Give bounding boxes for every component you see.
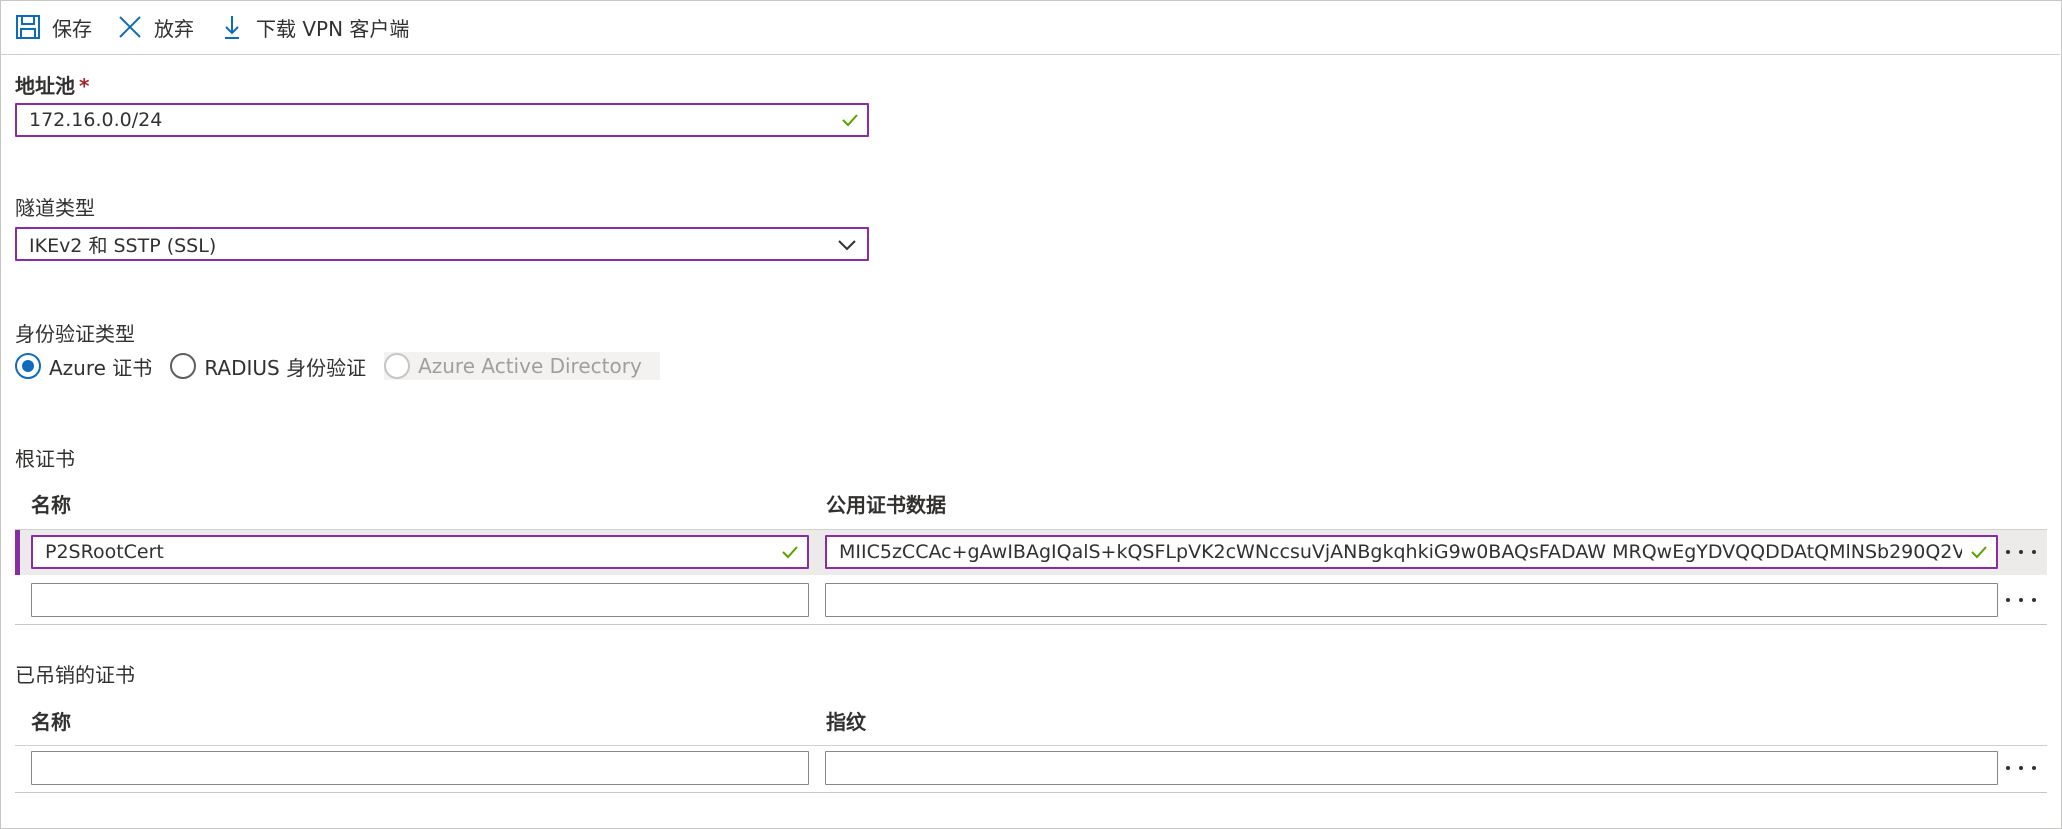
revoked-certs-col-name: 名称 — [31, 710, 71, 734]
address-pool-input[interactable]: 172.16.0.0/24 — [15, 103, 869, 137]
auth-type-label: 身份验证类型 — [15, 322, 135, 346]
root-cert-name-input[interactable]: P2SRootCert — [31, 535, 809, 569]
download-icon — [218, 13, 246, 41]
radio-unchecked-icon — [384, 353, 411, 379]
radio-radius[interactable]: RADIUS 身份验证 — [170, 352, 366, 381]
tunnel-type-label: 隧道类型 — [15, 196, 95, 220]
more-options-icon[interactable] — [2006, 590, 2036, 610]
root-certs-title: 根证书 — [15, 447, 75, 471]
required-mark: * — [79, 74, 90, 98]
download-vpn-client-button[interactable]: 下载 VPN 客户端 — [218, 7, 409, 47]
chevron-down-icon — [838, 240, 856, 251]
revoked-cert-name-input[interactable] — [31, 751, 809, 785]
tunnel-type-dropdown[interactable]: IKEv2 和 SSTP (SSL) — [15, 227, 869, 261]
more-options-icon[interactable] — [2006, 542, 2036, 562]
root-cert-data-input[interactable]: MIIC5zCCAc+gAwIBAgIQalS+kQSFLpVK2cWNccsu… — [825, 535, 1998, 569]
root-cert-data-input[interactable] — [825, 583, 1998, 617]
download-label: 下载 VPN 客户端 — [256, 16, 410, 41]
discard-button[interactable]: 放弃 — [116, 7, 194, 47]
auth-type-radio-group: Azure 证书 RADIUS 身份验证 Azure Active Direct… — [15, 350, 678, 382]
valid-check-icon — [1971, 546, 1987, 559]
close-icon — [116, 13, 144, 41]
radio-azure-cert[interactable]: Azure 证书 — [15, 352, 152, 381]
discard-label: 放弃 — [154, 16, 194, 41]
root-certs-col-name: 名称 — [31, 493, 71, 517]
save-label: 保存 — [52, 16, 92, 41]
more-options-icon[interactable] — [2006, 758, 2036, 778]
command-bar: 保存 放弃 下载 VPN 客户端 — [0, 0, 2060, 55]
divider — [15, 745, 2047, 746]
save-icon — [14, 13, 42, 41]
revoked-cert-thumbprint-input[interactable] — [825, 751, 1998, 785]
divider — [15, 624, 2047, 625]
address-pool-label: 地址池 * — [15, 74, 90, 98]
valid-check-icon — [782, 546, 798, 559]
radio-checked-icon — [15, 353, 41, 379]
root-cert-name-input[interactable] — [31, 583, 809, 617]
radio-azure-ad: Azure Active Directory — [384, 352, 660, 380]
radio-unchecked-icon — [170, 353, 197, 379]
root-certs-col-data: 公用证书数据 — [826, 493, 946, 517]
save-button[interactable]: 保存 — [14, 7, 92, 47]
revoked-certs-col-thumbprint: 指纹 — [826, 710, 866, 734]
valid-check-icon — [842, 114, 858, 127]
divider — [15, 792, 2047, 793]
revoked-certs-title: 已吊销的证书 — [15, 663, 135, 687]
